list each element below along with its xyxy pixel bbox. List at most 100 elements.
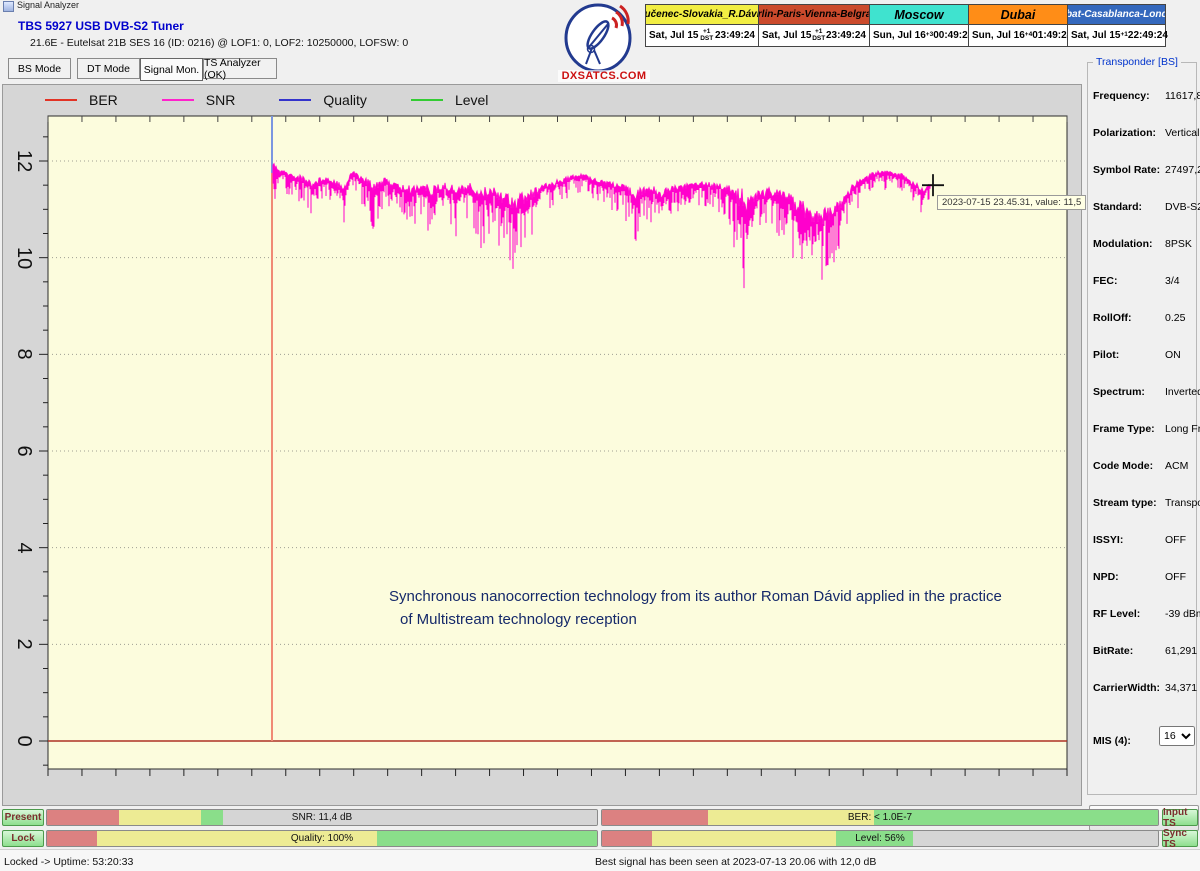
quality-gauge: Quality: 100% [46, 830, 598, 847]
transponder-row: Modulation:8PSK [1093, 238, 1193, 252]
field-value: ACM [1165, 460, 1188, 472]
clock-city: Dubai [969, 5, 1067, 25]
clock-city: Moscow [870, 5, 968, 25]
transponder-row: Symbol Rate:27497,264 KS/s [1093, 164, 1193, 178]
clock-time: Sat, Jul 15 +1DST 23:49:24 [646, 25, 758, 46]
field-label: Frame Type: [1093, 423, 1155, 435]
transponder-row: Frame Type:Long Frame [1093, 423, 1193, 437]
field-value: Vertical [1165, 127, 1199, 139]
transponder-row: FEC:3/4 [1093, 275, 1193, 289]
satellite-dish-logo-icon [558, 2, 650, 72]
timezone-offset: +3 [926, 32, 933, 39]
timezone-offset: +1 [1120, 32, 1127, 39]
level-gauge: Level: 56% [601, 830, 1159, 847]
field-label: Stream type: [1093, 497, 1157, 509]
tab-dt-mode[interactable]: DT Mode [77, 58, 140, 79]
tab-ts-analyzer-ok-[interactable]: TS Analyzer (OK) [203, 58, 277, 79]
gauge-label: BER: < 1.0E-7 [602, 810, 1158, 825]
app-icon [3, 1, 14, 12]
logo-text: DXSATCS.COM [558, 70, 650, 82]
signal-monitor-chart-panel: BERSNRQualityLevel 024681012 Synchronous… [2, 84, 1082, 806]
transponder-row: RF Level:-39 dBm [1093, 608, 1193, 622]
field-value: 27497,264 KS/s [1165, 164, 1200, 176]
y-axis-label: 4 [9, 537, 35, 559]
clock-city: Berlin-Paris-Vienna-Belgrade [759, 5, 869, 25]
field-value: OFF [1165, 571, 1186, 583]
field-label: Frequency: [1093, 90, 1150, 102]
field-value: Inverted [1165, 386, 1200, 398]
gauge-label: Level: 56% [602, 831, 1158, 846]
y-axis-label: 2 [9, 633, 35, 655]
transponder-row: NPD: OFF [1093, 571, 1193, 585]
gauge-label: Quality: 100% [47, 831, 597, 846]
clock-5: Rabat-Casablanca-London Sat, Jul 15 +1 2… [1067, 5, 1165, 46]
transponder-row: Pilot: ON [1093, 349, 1193, 363]
transponder-row: Stream type:Transport [1093, 497, 1193, 511]
transponder-row: BitRate:61,291 Mbit/s [1093, 645, 1193, 659]
tab-signal-mon-[interactable]: Signal Mon. [140, 58, 203, 81]
y-axis-label: 0 [9, 730, 35, 752]
field-label: Spectrum: [1093, 386, 1145, 398]
field-label: RollOff: [1093, 312, 1132, 324]
lock-button[interactable]: Lock [2, 830, 44, 847]
clock-1: Lučenec-Slovakia_R.Dávid Sat, Jul 15 +1D… [646, 5, 758, 46]
field-label: Polarization: [1093, 127, 1156, 139]
field-value: 11617,840 MHz [1165, 90, 1200, 102]
transponder-row: Frequency:11617,840 MHz [1093, 90, 1193, 104]
cursor-value-tooltip: 2023-07-15 23.45.31, value: 11,5 [937, 195, 1086, 210]
y-axis-label: 12 [9, 150, 35, 172]
field-value: 34,371 MHz [1165, 682, 1200, 694]
timezone-offset: +1DST [700, 29, 713, 42]
transponder-row: Polarization:Vertical [1093, 127, 1193, 141]
chart-annotation-line1: Synchronous nanocorrection technology fr… [389, 588, 1002, 605]
tab-bs-mode[interactable]: BS Mode [8, 58, 71, 79]
ber-gauge: BER: < 1.0E-7 [601, 809, 1159, 826]
clock-4: Dubai Sun, Jul 16 +4 01:49:24 [968, 5, 1067, 46]
gauge-label: SNR: 11,4 dB [47, 810, 597, 825]
clock-2: Berlin-Paris-Vienna-Belgrade Sat, Jul 15… [758, 5, 869, 46]
snr-chart[interactable] [3, 85, 1083, 807]
transponder-row: Standard:DVB-S2 [1093, 201, 1193, 215]
field-label: ISSYI: [1093, 534, 1123, 546]
plot-area[interactable] [48, 116, 1067, 769]
tuner-device-link[interactable]: TBS 5927 USB DVB-S2 Tuner [18, 19, 184, 33]
y-axis-label: 6 [9, 440, 35, 462]
best-signal-status: Best signal has been seen at 2023-07-13 … [595, 856, 876, 868]
mis-label: MIS (4): [1093, 735, 1131, 747]
clock-city: Rabat-Casablanca-London [1068, 5, 1165, 25]
field-label: Pilot: [1093, 349, 1119, 361]
snr-gauge: SNR: 11,4 dB [46, 809, 598, 826]
field-value: Transport [1165, 497, 1200, 509]
field-label: RF Level: [1093, 608, 1140, 620]
transponder-title: Transponder [BS] [1093, 56, 1181, 68]
y-axis-label: 10 [9, 247, 35, 269]
transponder-row: Spectrum:Inverted [1093, 386, 1193, 400]
field-label: CarrierWidth: [1093, 682, 1160, 694]
y-axis-label: 8 [9, 343, 35, 365]
field-value: 61,291 Mbit/s [1165, 645, 1200, 657]
field-value: OFF [1165, 534, 1186, 546]
clock-3: Moscow Sun, Jul 16 +3 00:49:24 [869, 5, 968, 46]
lock-uptime-status: Locked -> Uptime: 53:20:33 [4, 856, 133, 868]
tuning-info: 21.6E - Eutelsat 21B SES 16 (ID: 0216) @… [30, 37, 408, 49]
clock-time: Sun, Jul 16 +3 00:49:24 [870, 25, 968, 46]
chart-annotation-line2: of Multistream technology reception [400, 611, 637, 628]
transponder-row: CarrierWidth:34,371 MHz [1093, 682, 1193, 696]
transponder-row: RollOff: 0.25 [1093, 312, 1193, 326]
field-value: -39 dBm [1165, 608, 1200, 620]
present-button[interactable]: Present [2, 809, 44, 826]
sync-ts-button[interactable]: Sync TS [1162, 830, 1198, 847]
input-ts-button[interactable]: Input TS [1162, 809, 1198, 826]
field-label: Symbol Rate: [1093, 164, 1160, 176]
field-value: 0.25 [1165, 312, 1185, 324]
field-value: 8PSK [1165, 238, 1192, 250]
field-value: ON [1165, 349, 1181, 361]
field-label: NPD: [1093, 571, 1119, 583]
transponder-row: ISSYI: OFF [1093, 534, 1193, 548]
clock-city: Lučenec-Slovakia_R.Dávid [646, 5, 758, 25]
clock-time: Sun, Jul 16 +4 01:49:24 [969, 25, 1067, 46]
dxsatcs-logo: DXSATCS.COM [558, 2, 650, 88]
transponder-groupbox: Transponder [BS] Frequency:11617,840 MHz… [1087, 62, 1197, 795]
status-bar: Locked -> Uptime: 53:20:33 Best signal h… [0, 849, 1200, 871]
mis-select[interactable]: 16 [1159, 726, 1195, 746]
